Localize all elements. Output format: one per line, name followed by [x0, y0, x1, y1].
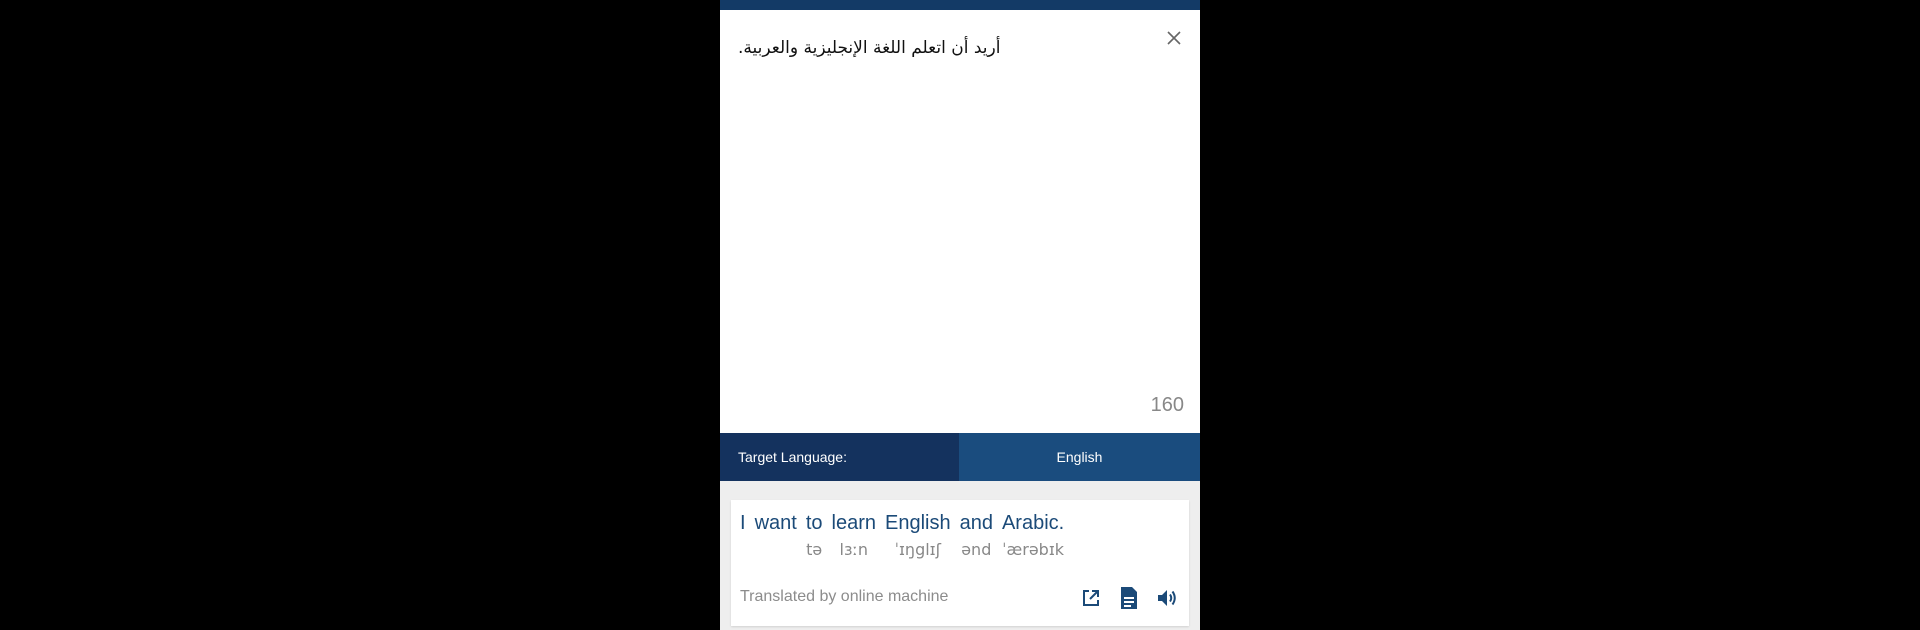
word-text[interactable]: and — [960, 510, 993, 536]
word-item[interactable]: and ənd — [960, 510, 993, 561]
clear-button[interactable] — [1162, 26, 1186, 50]
word-item[interactable]: English ˈɪŋglɪʃ — [885, 510, 951, 561]
word-item[interactable]: Arabic. ˈærəbɪk — [1002, 510, 1064, 561]
word-ipa: ˈɪŋglɪʃ — [894, 540, 941, 559]
word-text[interactable]: to — [806, 510, 823, 536]
word-text[interactable]: Arabic. — [1002, 510, 1064, 536]
word-item[interactable]: learn lɜːn — [832, 510, 876, 561]
source-text[interactable]: أريد أن اتعلم اللغة الإنجليزية والعربية. — [738, 38, 1000, 58]
open-external-button[interactable] — [1077, 584, 1105, 612]
target-language-label: Target Language: — [720, 433, 959, 481]
word-ipa: tə — [806, 540, 823, 559]
translation-result-card: I want to tə learn lɜːn English ˈɪŋglɪʃ … — [731, 500, 1189, 626]
word-ipa: ˈærəbɪk — [1002, 540, 1065, 559]
translation-credit: Translated by online machine — [740, 588, 949, 605]
speaker-button[interactable] — [1153, 584, 1181, 612]
target-language-bar: Target Language: English — [720, 433, 1200, 481]
result-actions — [1077, 584, 1181, 612]
word-item[interactable]: want — [755, 510, 797, 561]
word-ipa: lɜːn — [839, 540, 868, 559]
word-text[interactable]: I — [740, 510, 746, 536]
word-item[interactable]: to tə — [806, 510, 823, 561]
target-language-select[interactable]: English — [959, 433, 1200, 481]
document-button[interactable] — [1115, 584, 1143, 612]
word-ipa: ənd — [961, 540, 992, 559]
word-text[interactable]: English — [885, 510, 951, 536]
open-external-icon — [1083, 590, 1099, 606]
word-item[interactable]: I — [740, 510, 746, 561]
top-bar — [720, 0, 1200, 10]
source-text-area[interactable]: أريد أن اتعلم اللغة الإنجليزية والعربية.… — [720, 10, 1200, 433]
speaker-icon — [1158, 590, 1176, 606]
char-counter: 160 — [1150, 394, 1184, 416]
translated-words: I want to tə learn lɜːn English ˈɪŋglɪʃ … — [740, 510, 1064, 561]
translator-app: أريد أن اتعلم اللغة الإنجليزية والعربية.… — [720, 0, 1200, 630]
word-text[interactable]: learn — [832, 510, 876, 536]
close-icon — [1167, 31, 1181, 45]
document-icon — [1121, 587, 1137, 609]
word-text[interactable]: want — [755, 510, 797, 536]
